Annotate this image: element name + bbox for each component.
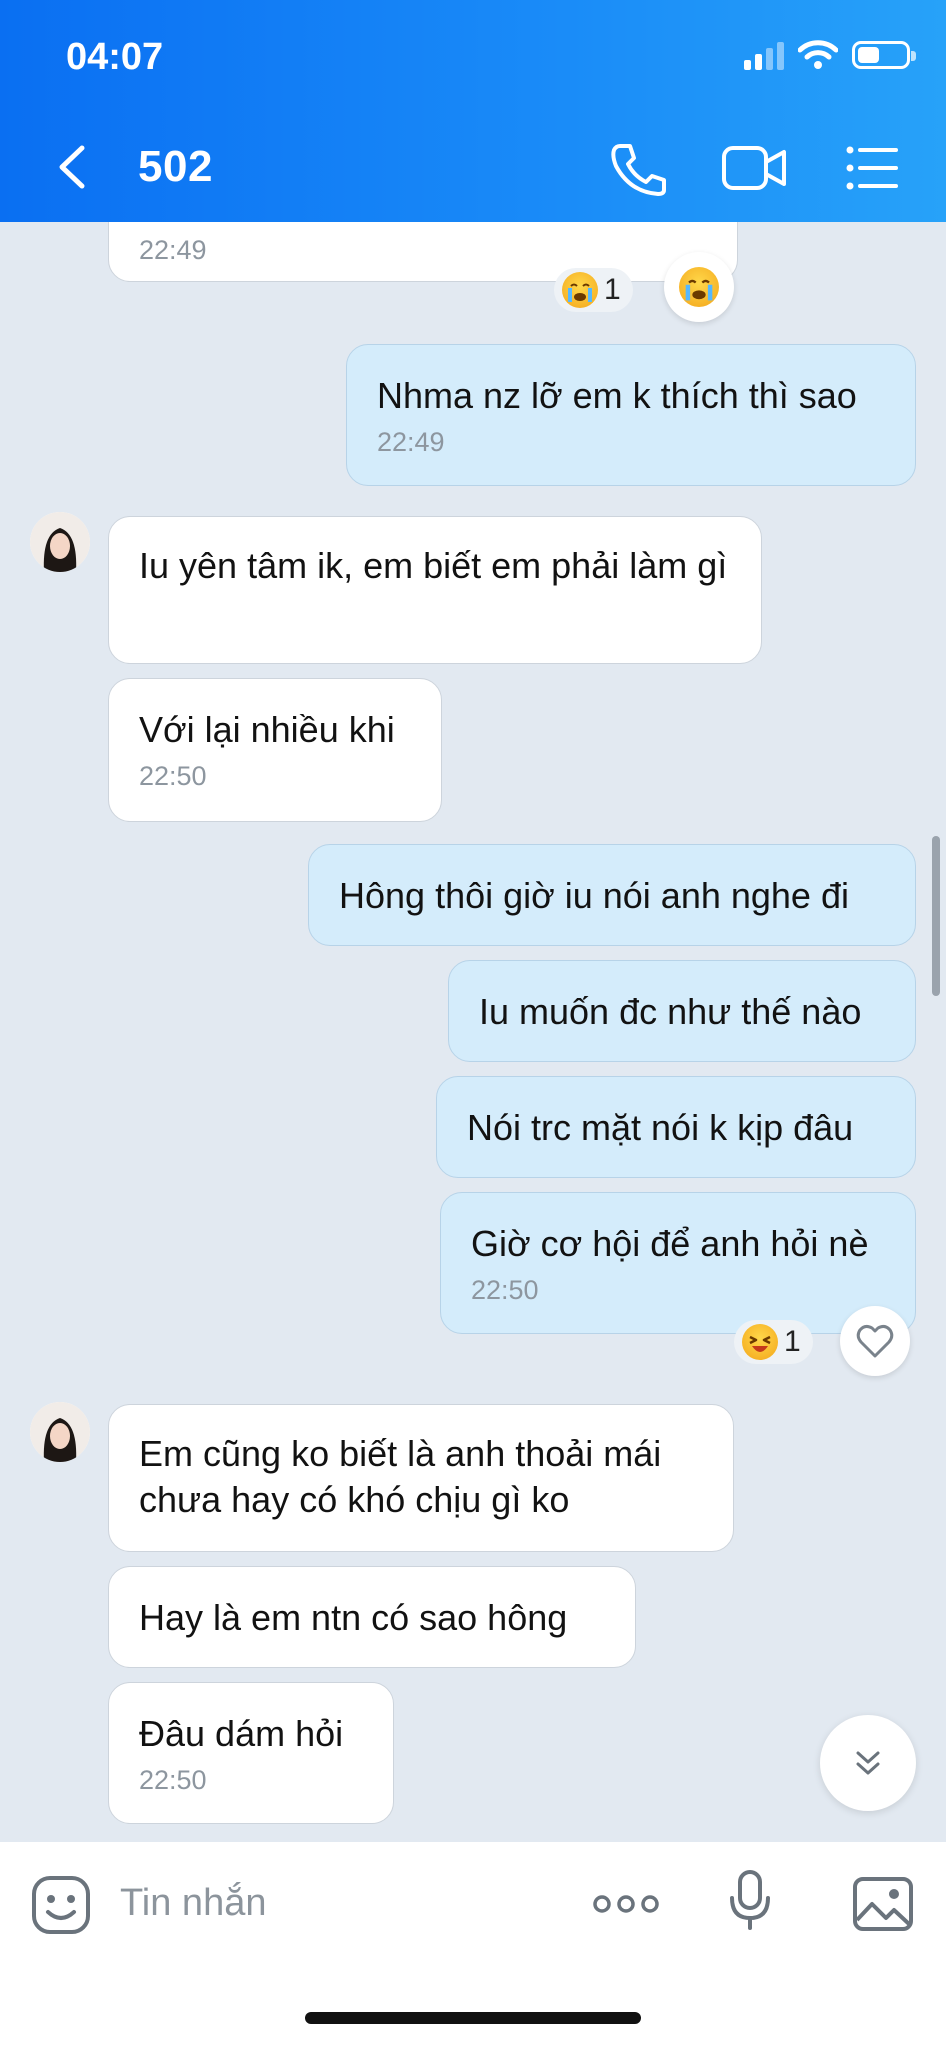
message-time: 22:49 bbox=[377, 427, 445, 457]
back-arrow-icon[interactable] bbox=[52, 142, 92, 192]
message-composer: Tin nhắn bbox=[0, 1842, 946, 2048]
message-incoming[interactable]: Với lại nhiều khi 22:50 bbox=[108, 678, 442, 822]
battery-icon bbox=[852, 41, 916, 69]
crying-face-icon bbox=[679, 267, 719, 307]
message-text: Đâu dám hỏi bbox=[139, 1713, 344, 1754]
message-text: Hay là em ntn có sao hông bbox=[139, 1597, 568, 1638]
chat-title[interactable]: 502 bbox=[138, 142, 213, 192]
heart-icon bbox=[856, 1324, 894, 1358]
message-outgoing[interactable]: Giờ cơ hội để anh hỏi nè 22:50 bbox=[440, 1192, 916, 1334]
message-incoming[interactable]: Đâu dám hỏi 22:50 bbox=[108, 1682, 394, 1824]
like-button[interactable] bbox=[840, 1306, 910, 1376]
laughing-face-icon bbox=[742, 1324, 778, 1360]
video-call-icon[interactable] bbox=[720, 140, 788, 196]
message-text: Hông thôi giờ iu nói anh nghe đi bbox=[339, 875, 849, 916]
status-icons bbox=[744, 40, 916, 70]
chat-messages[interactable]: 22:49 1 Nhma nz lỡ em k thích thì sao 22… bbox=[0, 222, 946, 1842]
message-incoming[interactable]: 22:49 bbox=[108, 222, 738, 282]
chat-header: 04:07 502 bbox=[0, 0, 946, 222]
double-chevron-down-icon bbox=[856, 1751, 880, 1775]
scroll-to-bottom-button[interactable] bbox=[820, 1715, 916, 1811]
message-text: Iu yên tâm ik, em biết em phải làm gì bbox=[139, 545, 728, 586]
signal-icon bbox=[744, 40, 784, 70]
message-time: 22:50 bbox=[139, 761, 207, 791]
message-text: Với lại nhiều khi bbox=[139, 709, 395, 750]
message-outgoing[interactable]: Hông thôi giờ iu nói anh nghe đi bbox=[308, 844, 916, 946]
message-incoming[interactable]: Em cũng ko biết là anh thoải mái chưa ha… bbox=[108, 1404, 734, 1552]
sender-avatar[interactable] bbox=[30, 512, 90, 572]
message-outgoing[interactable]: Iu muốn đc như thế nào bbox=[448, 960, 916, 1062]
message-text: Nhma nz lỡ em k thích thì sao bbox=[377, 375, 857, 416]
reaction-button[interactable] bbox=[664, 252, 734, 322]
crying-face-icon bbox=[562, 272, 598, 308]
message-incoming[interactable]: Hay là em ntn có sao hông bbox=[108, 1566, 636, 1668]
home-indicator bbox=[305, 2012, 641, 2024]
more-options-icon[interactable] bbox=[592, 1892, 660, 1916]
message-time: 22:49 bbox=[139, 235, 207, 265]
message-time: 22:50 bbox=[471, 1275, 539, 1305]
message-time: 22:50 bbox=[139, 1765, 207, 1795]
menu-list-icon[interactable] bbox=[844, 140, 900, 196]
reaction-count[interactable]: 1 bbox=[554, 268, 633, 312]
scrollbar[interactable] bbox=[932, 836, 940, 996]
message-input[interactable]: Tin nhắn bbox=[120, 1882, 266, 1925]
microphone-icon[interactable] bbox=[728, 1868, 772, 1932]
message-incoming[interactable]: Iu yên tâm ik, em biết em phải làm gì bbox=[108, 516, 762, 664]
message-text: Iu muốn đc như thế nào bbox=[479, 991, 862, 1032]
message-text: Em cũng ko biết là anh thoải mái chưa ha… bbox=[139, 1433, 662, 1520]
message-outgoing[interactable]: Nói trc mặt nói k kịp đâu bbox=[436, 1076, 916, 1178]
status-time: 04:07 bbox=[66, 36, 164, 78]
image-gallery-icon[interactable] bbox=[852, 1876, 914, 1932]
reaction-count[interactable]: 1 bbox=[734, 1320, 813, 1364]
sticker-icon[interactable] bbox=[30, 1874, 92, 1936]
sender-avatar[interactable] bbox=[30, 1402, 90, 1462]
message-text: Nói trc mặt nói k kịp đâu bbox=[467, 1107, 854, 1148]
message-outgoing[interactable]: Nhma nz lỡ em k thích thì sao 22:49 bbox=[346, 344, 916, 486]
reaction-count-value: 1 bbox=[784, 1325, 801, 1358]
message-text: Giờ cơ hội để anh hỏi nè bbox=[471, 1223, 869, 1264]
wifi-icon bbox=[798, 40, 838, 69]
phone-call-icon[interactable] bbox=[606, 140, 670, 196]
reaction-count-value: 1 bbox=[604, 273, 621, 306]
